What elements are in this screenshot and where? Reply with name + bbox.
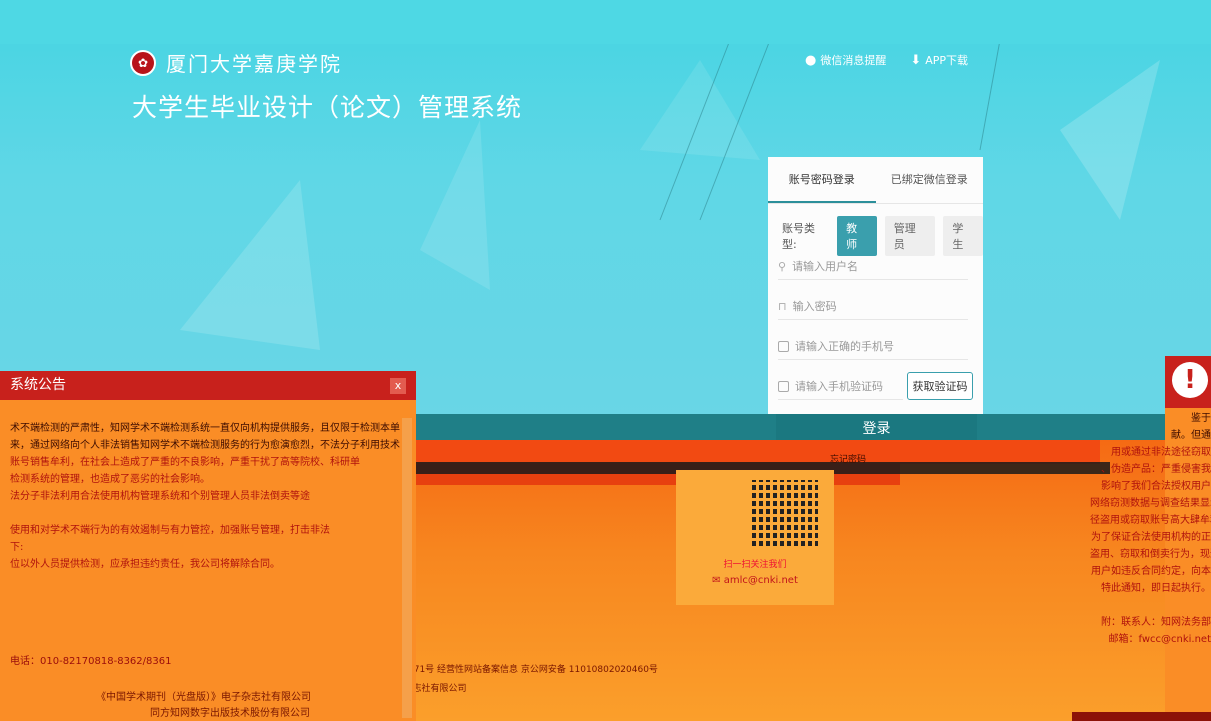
code-placeholder: 请输入手机验证码 <box>795 380 883 393</box>
alert-line: 径盗用或窃取账号高大肆牟利。 <box>1090 515 1211 526</box>
announcement-line: 账号销售牟利，在社会上造成了严重的不良影响，严重干扰了高等院校、科研单 <box>10 457 360 468</box>
announcement-line: 位以外人员提供检测，应承担违约责任，我公司将解除合同。 <box>10 559 280 570</box>
alert-line: 特此通知，即日起执行。 <box>1101 583 1211 594</box>
announcement-phone: 电话：010-82170818-8362/8361 <box>10 656 172 667</box>
contact-email-text: amlc@cnki.net <box>723 575 798 586</box>
account-type-row: 账号类型: 教师 管理员 学生 <box>768 204 984 256</box>
announcement-company: 同方知网数字出版技术股份有限公司 <box>150 708 310 719</box>
phone-placeholder: 请输入正确的手机号 <box>795 340 894 353</box>
alert-line: 献。但通 <box>1171 430 1211 441</box>
alert-line: 网络窃测数据与调查结果显示 <box>1090 498 1211 509</box>
phone-icon <box>778 340 789 352</box>
announcement-line: 法分子非法利用合法使用机构管理系统和个别管理人员非法倒卖等途 <box>10 491 310 502</box>
alert-line <box>1090 597 1211 614</box>
role-admin-button[interactable]: 管理员 <box>884 216 936 256</box>
school-brand[interactable]: ✿ 厦门大学嘉庚学院 <box>130 48 342 77</box>
role-teacher-button[interactable]: 教师 <box>837 216 877 256</box>
download-icon: ⬇ <box>910 52 922 68</box>
announcement-line: 来，通过网络向个人非法销售知网学术不端检测服务的行为愈演愈烈，不法分子利用技术手… <box>10 440 400 451</box>
app-download-link[interactable]: ⬇ APP下载 <box>910 52 968 68</box>
forgot-password-link[interactable]: 忘记密码 <box>830 452 866 465</box>
announcement-title: 系统公告 <box>0 371 416 400</box>
tab-password-login[interactable]: 账号密码登录 <box>768 157 876 203</box>
role-student-button[interactable]: 学生 <box>943 216 984 256</box>
announcement-line: 检测系统的管理，也造成了恶劣的社会影响。 <box>10 474 210 485</box>
alert-body: 鉴于 献。但通 用或通过非法途径窃取 、伪造产品：严重侵害我 影响了我们合法授权… <box>1090 410 1211 648</box>
announcement-line: 术不端检测的严肃性，知网学术不端检测系统一直仅向机构提供服务，且仅限于检测本单位… <box>10 423 400 434</box>
alert-line: 影响了我们合法授权用户 <box>1101 481 1211 492</box>
alert-line: 用户如违反合同约定，向本 <box>1091 566 1211 577</box>
top-nav: ● 微信消息提醒 ⬇ APP下载 <box>805 52 968 68</box>
alert-line: 、伪造产品：严重侵害我 <box>1101 464 1211 475</box>
alert-line: 邮箱：fwcc@cnki.net <box>1108 634 1211 645</box>
qr-code-overlay <box>752 480 818 546</box>
username-field[interactable]: ⚲ 请输入用户名 <box>778 253 968 280</box>
announcement-scrollbar[interactable] <box>402 418 412 718</box>
alert-line: 为了保证合法使用机构的正 <box>1091 532 1211 543</box>
warning-icon: ! <box>1172 362 1208 398</box>
system-title: 大学生毕业设计（论文）管理系统 <box>132 93 523 122</box>
login-panel: 账号密码登录 已绑定微信登录 账号类型: 教师 管理员 学生 ⚲ 请输入用户名 … <box>768 157 984 440</box>
password-placeholder: 输入密码 <box>792 300 837 313</box>
announcement-line: 下: <box>10 542 24 553</box>
alert-line: 鉴于 <box>1191 413 1211 424</box>
alert-line: 用或通过非法途径窃取 <box>1111 447 1211 458</box>
wechat-link[interactable]: ● 微信消息提醒 <box>805 52 886 68</box>
password-field[interactable]: ⊓ 输入密码 <box>778 293 968 320</box>
wechat-label: 微信消息提醒 <box>820 54 887 67</box>
login-tabs: 账号密码登录 已绑定微信登录 <box>768 157 983 204</box>
announcement-line: 使用和对学术不端行为的有效遏制与有力管控，加强账号管理，打击非法 <box>10 525 330 536</box>
wechat-icon: ● <box>805 52 817 68</box>
alert-line: 盗用、窃取和倒卖行为，现通告 <box>1090 549 1211 560</box>
qr-caption: 扫一扫关注我们 <box>723 560 787 570</box>
user-icon: ⚲ <box>778 259 787 273</box>
announcement-company: 《中国学术期刊（光盘版）》电子杂志社有限公司 <box>96 692 311 703</box>
app-label: APP下载 <box>925 54 969 67</box>
tab-wechat-login[interactable]: 已绑定微信登录 <box>876 157 984 203</box>
get-code-button[interactable]: 获取验证码 <box>907 372 973 400</box>
contact-email[interactable]: ✉ amlc@cnki.net <box>676 575 834 586</box>
phone-field[interactable]: 请输入正确的手机号 <box>778 333 968 360</box>
horizontal-scrollbar[interactable] <box>1072 712 1211 721</box>
school-logo-icon: ✿ <box>130 49 156 76</box>
alert-line: 附：联系人：知网法务部 <box>1101 617 1211 628</box>
announcement-line <box>10 505 400 522</box>
account-type-label: 账号类型: <box>782 222 815 251</box>
top-strip <box>0 0 1211 44</box>
lock-icon: ⊓ <box>778 299 787 313</box>
mail-icon: ✉ <box>712 575 721 586</box>
close-icon[interactable]: x <box>390 378 406 394</box>
school-name: 厦门大学嘉庚学院 <box>166 52 342 76</box>
announcement-body: 术不端检测的严肃性，知网学术不端检测系统一直仅向机构提供服务，且仅限于检测本单位… <box>10 420 400 573</box>
username-placeholder: 请输入用户名 <box>792 260 859 273</box>
message-icon <box>778 380 789 392</box>
sms-code-field[interactable]: 请输入手机验证码 <box>778 373 903 400</box>
